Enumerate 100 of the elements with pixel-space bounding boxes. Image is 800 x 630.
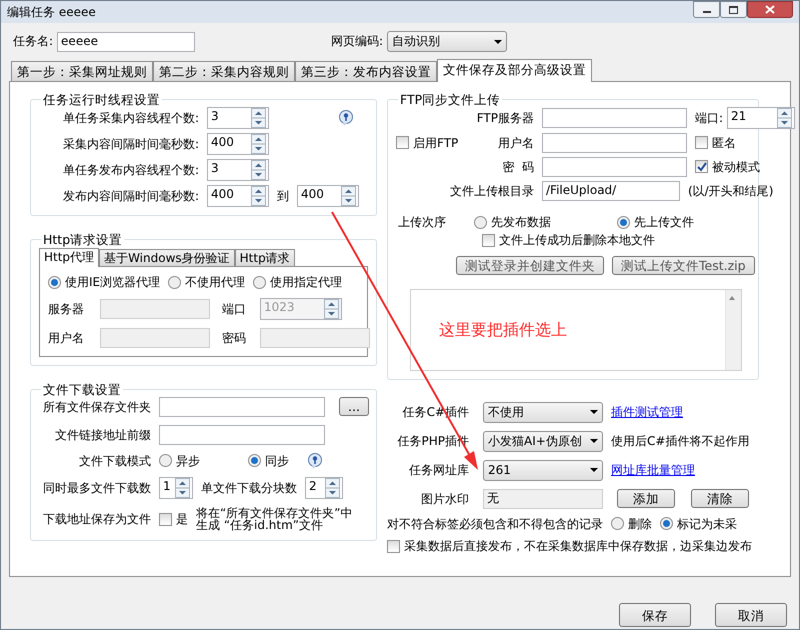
tab[interactable]: 第一步：采集网址规则 <box>11 61 153 81</box>
field-label: 单文件下载分块数 <box>201 480 297 495</box>
tab[interactable]: Http请求 <box>234 249 295 266</box>
tab[interactable]: 第二步：采集内容规则 <box>153 61 295 81</box>
spin-arrows-icon <box>325 478 340 498</box>
field-label: 端口 <box>222 302 247 316</box>
window-title: 编辑任务 eeeee <box>7 4 96 20</box>
text-field[interactable] <box>100 298 210 319</box>
caret-icon <box>590 439 598 444</box>
number-spinner[interactable]: 2 <box>305 476 343 499</box>
maximize-button[interactable] <box>720 1 747 18</box>
radio-label: 标记为未采 <box>677 516 737 532</box>
text-field[interactable]: 无 <box>483 488 603 509</box>
scrollbar[interactable] <box>725 290 741 370</box>
test-button[interactable]: 测试登录并创建文件夹 <box>456 256 604 275</box>
radio-button[interactable] <box>660 517 673 530</box>
radio-button[interactable] <box>474 216 487 229</box>
number-spinner[interactable]: 400 <box>207 185 269 207</box>
radio-button[interactable] <box>168 276 182 290</box>
annotation-text: 这里要把插件选上 <box>438 318 568 341</box>
checkbox[interactable] <box>695 160 708 174</box>
field-label: 对不符合标签必须包含和不得包含的记录 <box>387 516 603 532</box>
checkbox[interactable] <box>695 136 708 150</box>
text-field[interactable] <box>159 424 325 445</box>
text-field[interactable] <box>100 328 210 348</box>
caret-icon <box>590 410 598 414</box>
text-field[interactable] <box>159 396 325 417</box>
checkbox-label: 启用FTP <box>413 136 458 150</box>
browse-button[interactable]: ... <box>339 397 369 416</box>
close-button[interactable] <box>747 1 793 18</box>
link[interactable]: 插件测试管理 <box>611 405 683 420</box>
checkbox-label: 匿名 <box>712 136 736 150</box>
field-label: 任务名: <box>13 34 54 49</box>
spin-arrows-icon <box>251 134 266 154</box>
text-field[interactable] <box>542 133 687 153</box>
radio-label: 先上传文件 <box>634 215 694 230</box>
radio-button[interactable] <box>611 517 624 530</box>
caret-icon <box>590 468 598 472</box>
field-label: 单任务发布内容线程个数: <box>62 162 199 178</box>
tab[interactable]: 基于Windows身份验证 <box>99 249 235 266</box>
dropdown[interactable]: 小发猫AI+伪原创 <box>483 430 603 452</box>
radio-button[interactable] <box>248 454 261 468</box>
dialog-button[interactable]: 保存 <box>619 603 691 627</box>
radio-label: 异步 <box>176 454 200 468</box>
checkbox[interactable] <box>396 136 409 150</box>
radio-button[interactable] <box>159 454 172 468</box>
group-title: 任务运行时线程设置 <box>42 92 161 107</box>
field-label: 任务网址库 <box>408 463 469 478</box>
tab[interactable]: 文件保存及部分高级设置 <box>437 59 592 82</box>
help-icon <box>307 452 323 469</box>
checkbox-label: 被动模式 <box>712 160 760 174</box>
dropdown[interactable]: 不使用 <box>483 402 603 423</box>
checkbox-label: 文件上传成功后删除本地文件 <box>499 233 655 248</box>
group-title: FTP同步文件上传 <box>399 92 502 107</box>
number-spinner[interactable]: 3 <box>207 107 269 129</box>
minimize-button[interactable] <box>693 1 720 18</box>
spin-arrows-icon <box>251 160 266 180</box>
tab[interactable]: 第三步：发布内容设置 <box>295 61 437 81</box>
checkbox-label: 采集数据后直接发布，不在采集数据库中保存数据，边采集边发布 <box>404 539 752 554</box>
help-icon <box>338 110 354 126</box>
spin-arrows-icon <box>324 298 339 319</box>
radio-button[interactable] <box>48 276 61 290</box>
radio-button[interactable] <box>617 216 630 229</box>
field-label: 网页编码: <box>331 34 384 49</box>
checkbox[interactable] <box>387 540 400 553</box>
text-field[interactable] <box>542 157 687 177</box>
radio-label: 使用指定代理 <box>270 275 342 290</box>
test-button[interactable]: 测试上传文件Test.zip <box>612 256 755 275</box>
text-field[interactable] <box>542 108 687 128</box>
field-label: 采集内容间隔时间毫秒数: <box>62 136 199 152</box>
caret-icon <box>494 40 502 44</box>
field-label: 用户名 <box>497 136 534 150</box>
dropdown[interactable]: 261 <box>483 460 603 481</box>
number-spinner[interactable]: 400 <box>297 185 359 207</box>
checkbox[interactable] <box>482 234 495 248</box>
field-label: 单任务采集内容线程个数: <box>62 110 199 126</box>
field-label: 密码 <box>222 330 247 345</box>
text-field[interactable]: eeeee <box>57 32 196 52</box>
number-spinner[interactable]: 21 <box>727 107 796 129</box>
field-label: 同时最多文件下载数 <box>42 480 151 495</box>
field-label: 发布内容间隔时间毫秒数: <box>62 188 199 204</box>
field-label: 文件链接地址前缀 <box>54 428 151 442</box>
field-label: (以/开头和结尾) <box>688 184 774 198</box>
radio-button[interactable] <box>253 276 266 290</box>
dropdown[interactable]: 自动识别 <box>387 31 508 52</box>
radio-label: 不使用代理 <box>185 275 246 290</box>
link[interactable]: 网址库批量管理 <box>611 463 695 478</box>
action-button[interactable]: 清除 <box>691 489 749 508</box>
number-spinner[interactable]: 1 <box>159 476 193 499</box>
action-button[interactable]: 添加 <box>617 489 675 508</box>
field-label: 到 <box>277 188 289 204</box>
field-label: 下载地址保存为文件 <box>42 512 151 527</box>
text-field[interactable]: /FileUpload/ <box>542 181 680 201</box>
number-spinner[interactable]: 3 <box>207 159 269 181</box>
tab[interactable]: Http代理 <box>39 248 100 268</box>
text-field[interactable] <box>260 328 370 348</box>
field-label: 图片水印 <box>420 492 469 506</box>
number-spinner[interactable]: 400 <box>207 133 269 155</box>
dialog-button[interactable]: 取消 <box>715 603 787 627</box>
checkbox[interactable] <box>159 512 172 526</box>
